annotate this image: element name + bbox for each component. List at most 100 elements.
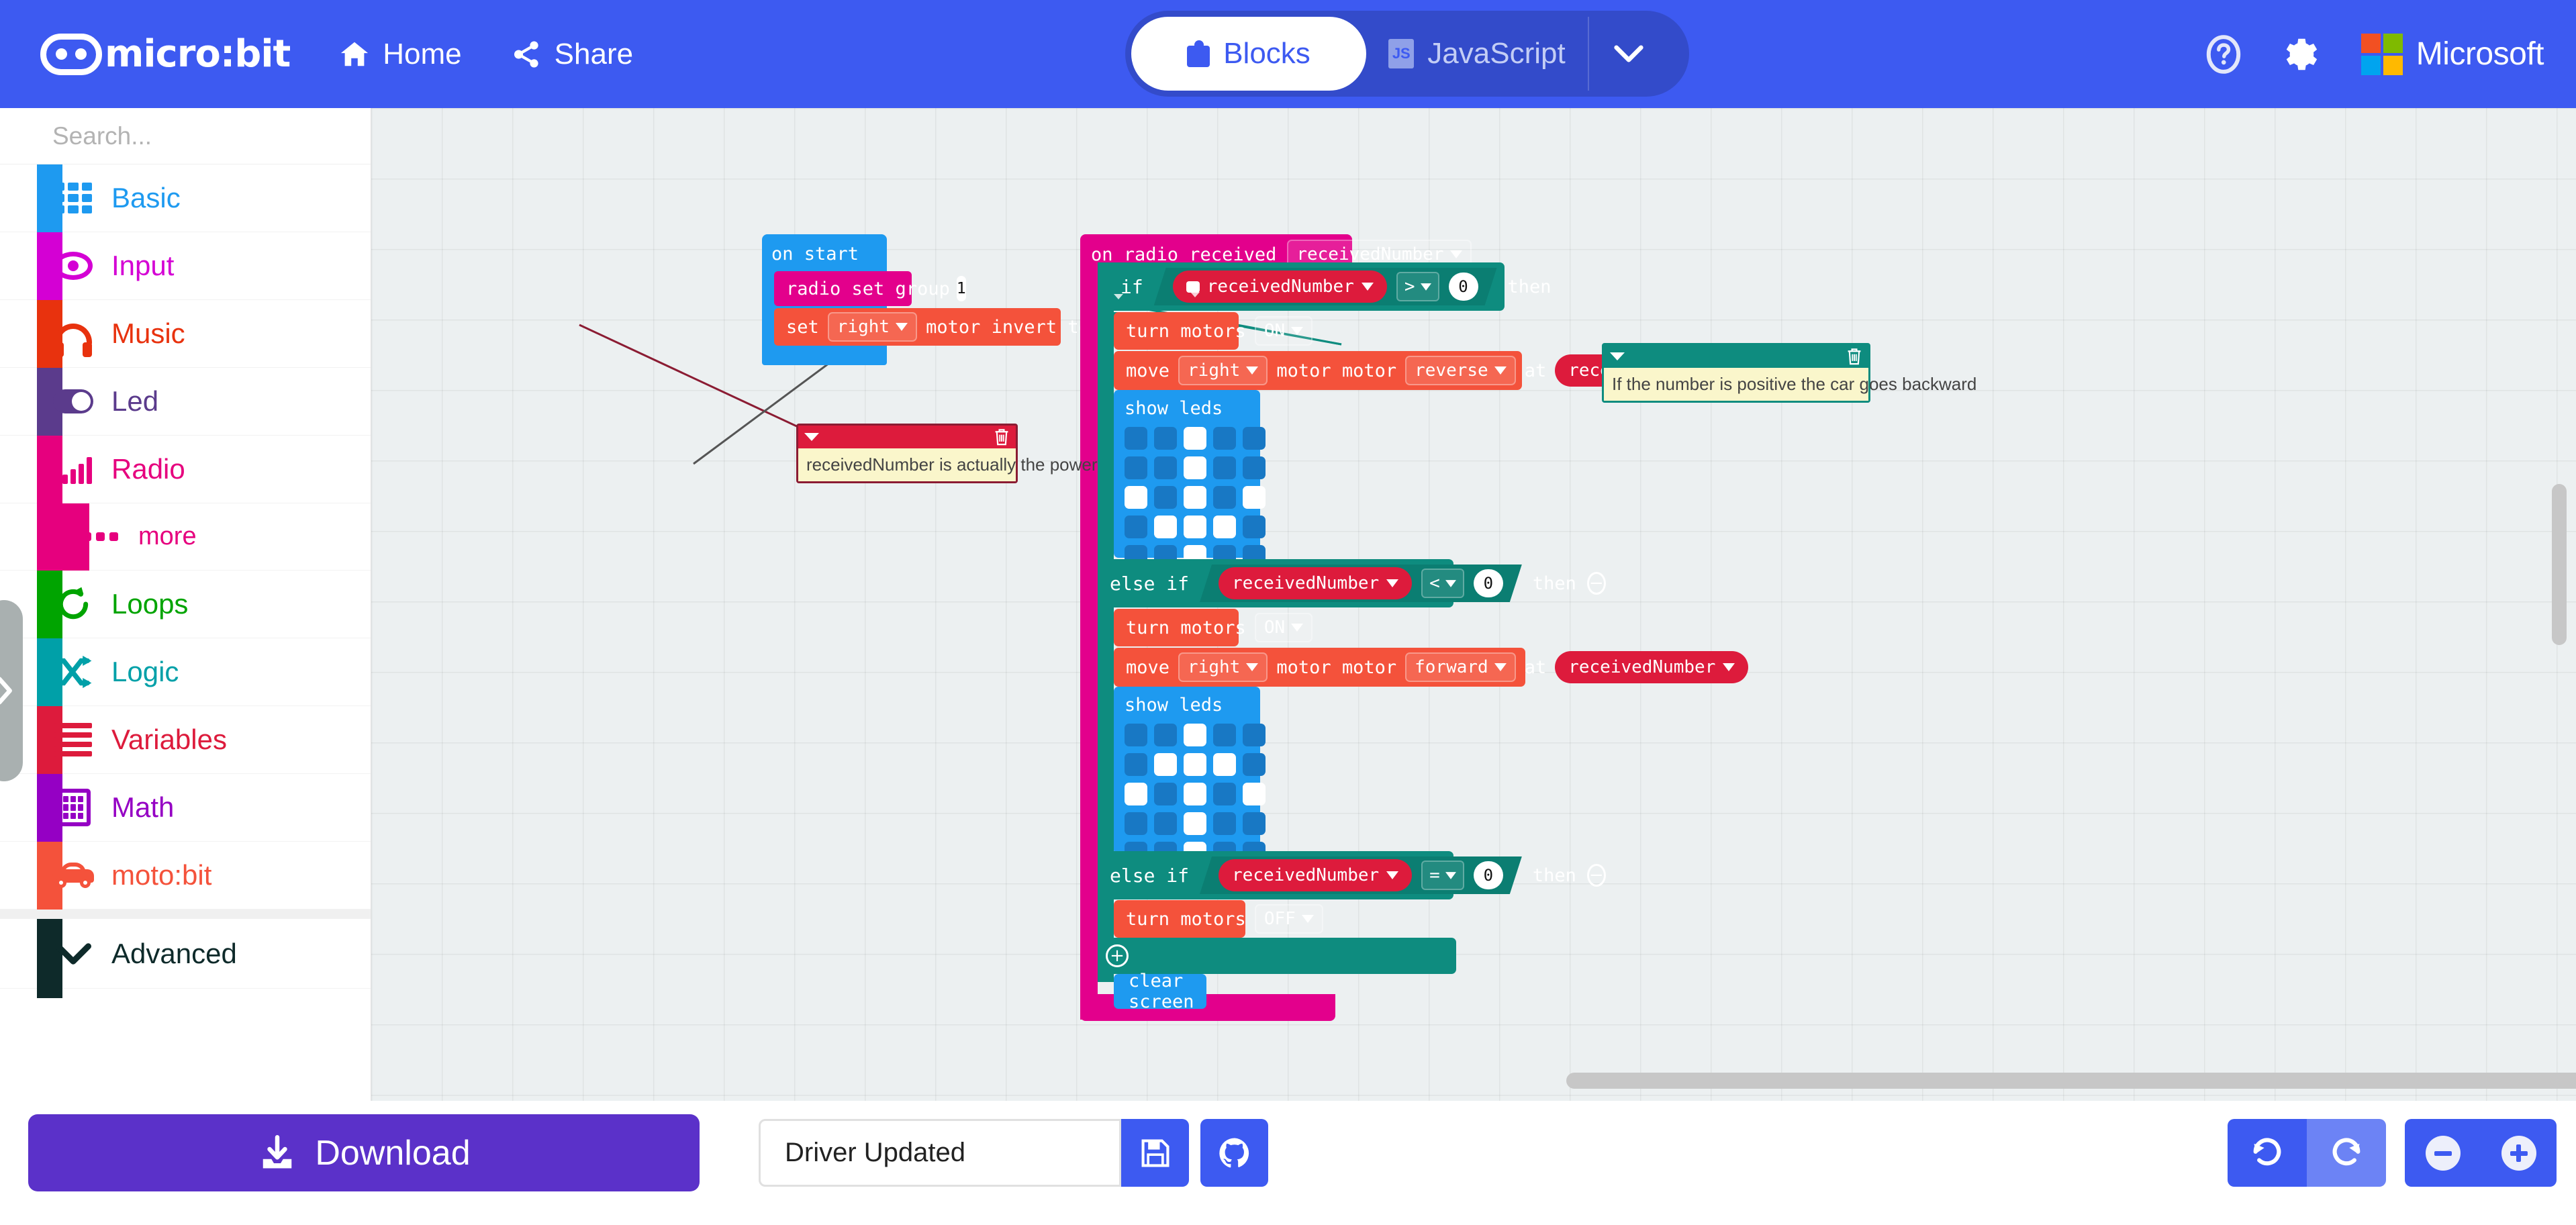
sidebar-item-input[interactable]: Input <box>0 232 371 300</box>
block-move-motor-1[interactable]: move right motor motor reverse at receiv… <box>1114 351 1749 390</box>
share-button[interactable]: Share <box>510 38 633 71</box>
plus-circle-icon[interactable]: + <box>1106 944 1129 967</box>
turn-motors-label: turn motors <box>1126 320 1246 342</box>
caret-down-icon[interactable] <box>1610 352 1625 360</box>
caret-down-icon <box>1449 250 1462 258</box>
redo-button[interactable] <box>2307 1119 2386 1187</box>
comment-text[interactable]: receivedNumber is actually the power <box>798 448 1098 481</box>
sidebar-item-loops[interactable]: Loops <box>0 571 371 638</box>
move-direction-dropdown[interactable]: forward <box>1405 652 1516 682</box>
download-button[interactable]: Download <box>28 1114 700 1191</box>
if-condition-row[interactable]: if receivedNumber > 0 then <box>1098 262 1552 311</box>
else-if-condition-row-2[interactable]: else if receivedNumber = 0 then − <box>1098 851 1606 899</box>
tab-javascript[interactable]: JS JavaScript <box>1366 17 1588 91</box>
project-name-input[interactable] <box>785 1138 1119 1168</box>
save-button[interactable] <box>1121 1119 1189 1187</box>
turn-motors-dropdown[interactable]: OFF <box>1254 904 1323 934</box>
sidebar-item-advanced[interactable]: Advanced <box>0 910 371 998</box>
sidebar-item-variables[interactable]: Variables <box>0 706 371 774</box>
trash-icon[interactable] <box>1846 347 1862 366</box>
motor-side-dropdown[interactable]: right <box>827 312 918 342</box>
download-label: Download <box>315 1133 471 1173</box>
zoom-in-button[interactable] <box>2481 1119 2557 1187</box>
header-right-actions: Microsoft <box>2187 0 2544 108</box>
number-field[interactable]: 0 <box>1449 273 1478 301</box>
project-name-field[interactable] <box>759 1119 1121 1187</box>
blocks-workspace[interactable]: on start radio set group 1 set right mot… <box>371 108 2576 1101</box>
sidebar-item-math[interactable]: Math <box>0 774 371 842</box>
lines-icon <box>52 719 94 761</box>
turn-motors-dropdown[interactable]: ON <box>1254 316 1313 346</box>
else-if-condition-row-1[interactable]: else if receivedNumber < 0 then − <box>1098 559 1606 607</box>
sidebar-item-motobit[interactable]: moto:bit <box>0 842 371 910</box>
microsoft-logo[interactable]: Microsoft <box>2360 33 2544 75</box>
comment-flag-icon <box>1186 281 1200 293</box>
comment-header[interactable] <box>1604 345 1868 368</box>
microbit-logo[interactable]: micro:bit <box>40 32 291 76</box>
sidebar-item-music[interactable]: Music <box>0 300 371 368</box>
minus-circle-icon[interactable]: − <box>1586 864 1606 887</box>
horizontal-scrollbar[interactable] <box>1566 1073 2576 1089</box>
sidebar-item-radio[interactable]: Radio <box>0 436 371 503</box>
operator-dropdown[interactable]: < <box>1421 569 1464 598</box>
sidebar-item-logic[interactable]: Logic <box>0 638 371 706</box>
refresh-icon <box>52 583 94 625</box>
led-matrix-1[interactable] <box>1125 427 1266 568</box>
then-label: then <box>1532 573 1576 594</box>
js-icon: JS <box>1388 39 1415 68</box>
undo-button[interactable] <box>2228 1119 2307 1187</box>
toolbox-search-row <box>0 108 372 164</box>
block-turn-motors-2[interactable]: turn motors ON <box>1114 609 1313 646</box>
move-side-dropdown[interactable]: right <box>1178 652 1268 682</box>
variable-pill[interactable]: receivedNumber <box>1219 567 1412 599</box>
settings-button[interactable] <box>2260 17 2334 91</box>
number-field[interactable]: 0 <box>1474 569 1503 597</box>
github-button[interactable] <box>1200 1119 1268 1187</box>
tab-dropdown-button[interactable] <box>1588 17 1668 91</box>
caret-down-icon[interactable] <box>804 433 819 441</box>
help-button[interactable] <box>2187 17 2260 91</box>
caret-down-icon <box>1445 580 1456 587</box>
move-side-dropdown[interactable]: right <box>1178 356 1268 385</box>
tab-blocks[interactable]: Blocks <box>1131 17 1366 91</box>
sidebar-item-led[interactable]: Led <box>0 368 371 436</box>
block-turn-motors-3[interactable]: turn motors OFF <box>1114 900 1323 938</box>
vertical-scrollbar[interactable] <box>2552 484 2567 645</box>
zoom-out-button[interactable] <box>2405 1119 2481 1187</box>
minus-circle-icon[interactable]: − <box>1586 572 1606 595</box>
comment-callout-backward[interactable]: If the number is positive the car goes b… <box>1602 343 1976 403</box>
move-direction-dropdown[interactable]: reverse <box>1405 356 1516 385</box>
sidebar-item-radio-more[interactable]: more <box>0 503 371 571</box>
redo-icon <box>2332 1137 2360 1165</box>
sidebar-item-basic[interactable]: Basic <box>0 164 371 232</box>
radio-group-value[interactable]: 1 <box>956 276 966 301</box>
comment-text[interactable]: If the number is positive the car goes b… <box>1604 368 1976 401</box>
share-icon <box>514 40 538 68</box>
operator-dropdown[interactable]: > <box>1396 272 1439 301</box>
block-show-leds-1[interactable]: show leds <box>1114 390 1266 568</box>
trash-icon[interactable] <box>994 428 1010 446</box>
comment-header[interactable] <box>798 426 1016 448</box>
comment-callout-power[interactable]: receivedNumber is actually the power <box>796 424 1098 483</box>
caret-down-icon <box>1246 663 1259 671</box>
ellipsis-icon <box>79 516 121 558</box>
block-set-motor-invert[interactable]: set right motor invert to true <box>774 308 1061 346</box>
chevron-right-icon <box>0 677 12 705</box>
block-clear-screen[interactable]: clear screen <box>1114 971 1206 1012</box>
move-value-variable[interactable]: receivedNumber <box>1555 651 1749 683</box>
led-matrix-2[interactable] <box>1125 724 1266 865</box>
block-turn-motors-1[interactable]: turn motors ON <box>1114 312 1313 350</box>
sidebar-item-label: Logic <box>111 656 179 687</box>
variable-pill[interactable]: receivedNumber <box>1173 271 1387 303</box>
operator-dropdown[interactable]: = <box>1421 861 1464 890</box>
toolbox-flyout-handle[interactable] <box>0 600 23 781</box>
block-move-motor-2[interactable]: move right motor motor forward at receiv… <box>1114 648 1749 687</box>
home-button[interactable]: Home <box>338 38 462 71</box>
block-radio-set-group[interactable]: radio set group 1 <box>774 271 966 306</box>
at-label: at <box>1524 360 1547 381</box>
turn-motors-dropdown[interactable]: ON <box>1254 613 1313 642</box>
block-show-leds-2[interactable]: show leds <box>1114 687 1266 865</box>
number-field[interactable]: 0 <box>1474 861 1503 889</box>
search-input[interactable] <box>52 121 372 150</box>
variable-pill[interactable]: receivedNumber <box>1219 859 1412 891</box>
